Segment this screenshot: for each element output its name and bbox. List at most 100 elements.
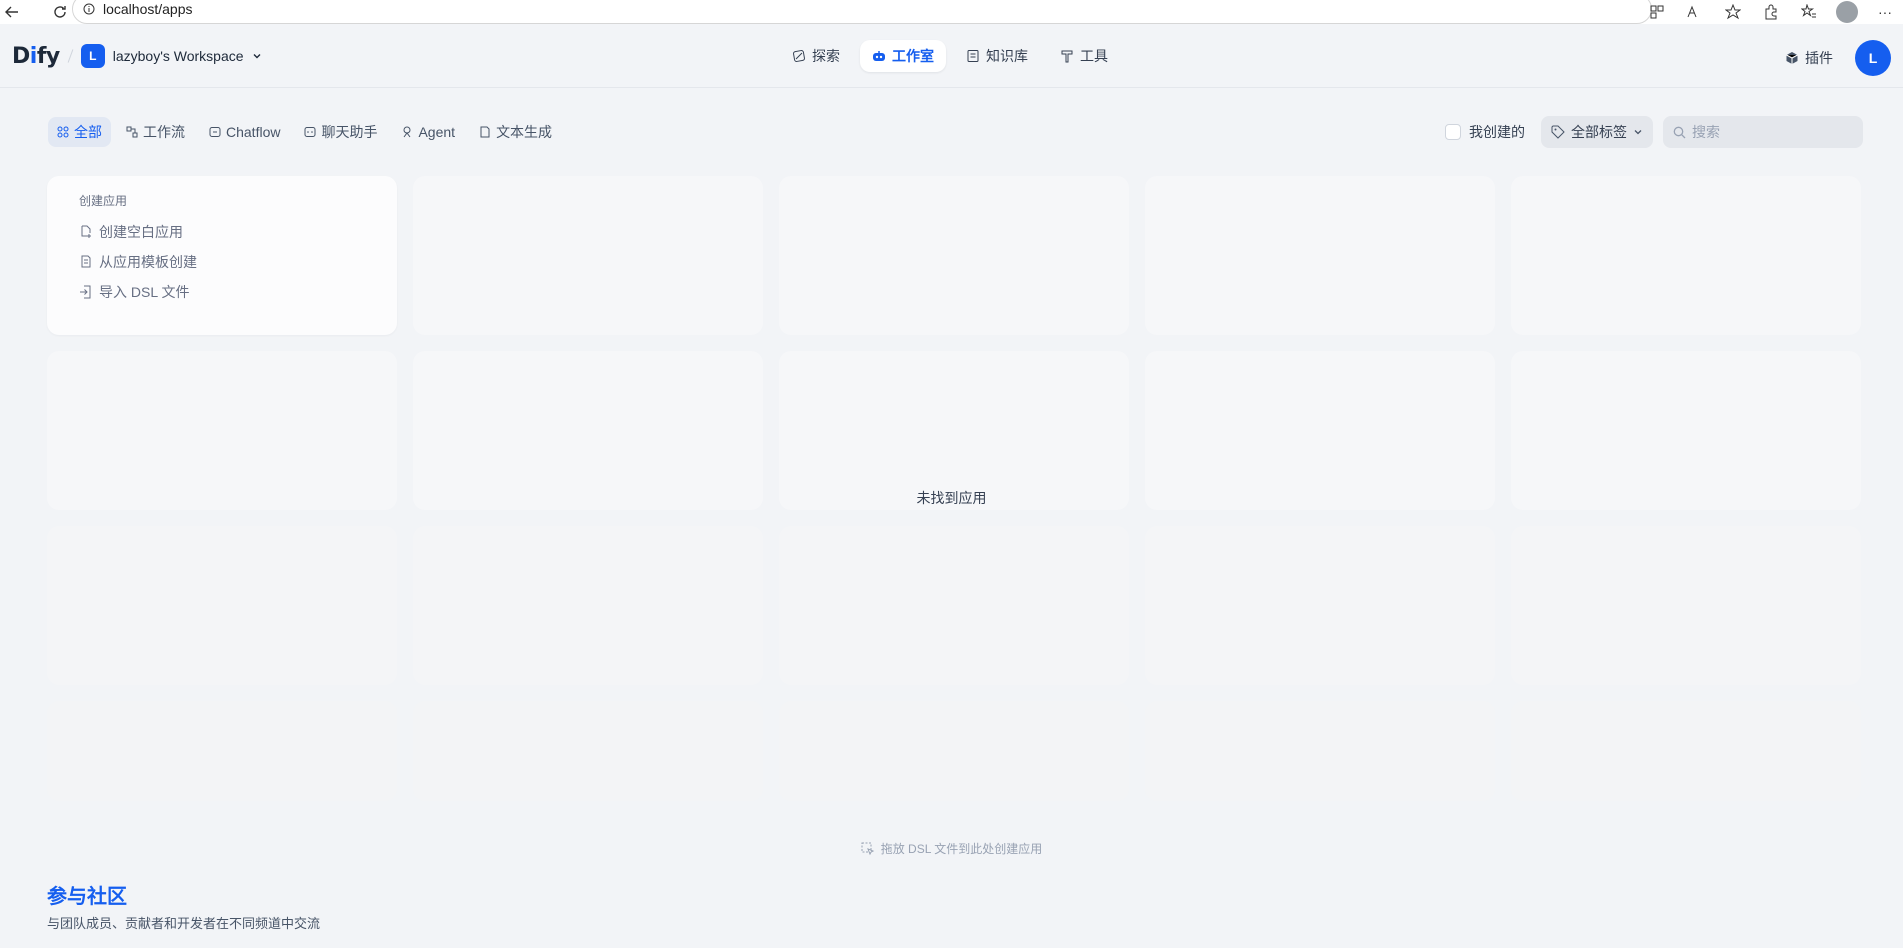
- app-card-placeholder: [779, 351, 1129, 510]
- community-description: 与团队成员、贡献者和开发者在不同频道中交流: [47, 916, 321, 931]
- tab-label: 聊天助手: [321, 124, 378, 140]
- favorite-star-icon[interactable]: [1721, 0, 1745, 24]
- created-by-me-label: 我创建的: [1469, 124, 1525, 140]
- app-card-placeholder: [47, 701, 397, 801]
- app-card-placeholder: [1145, 176, 1495, 335]
- nav-tools[interactable]: 工具: [1048, 40, 1120, 72]
- nav-studio[interactable]: 工作室: [860, 40, 946, 72]
- import-dsl-button[interactable]: 导入 DSL 文件: [79, 277, 397, 307]
- community-section: 参与社区 与团队成员、贡献者和开发者在不同频道中交流: [47, 880, 320, 932]
- divider: [67, 49, 74, 63]
- create-blank-app-button[interactable]: 创建空白应用: [79, 217, 397, 247]
- tab-label: 全部: [74, 124, 102, 140]
- app-card-placeholder: [47, 351, 397, 510]
- workspace-name: lazyboy's Workspace: [112, 48, 244, 64]
- tab-workflow[interactable]: 工作流: [117, 117, 194, 147]
- app-card-placeholder: [413, 701, 763, 801]
- chevron-down-icon: [252, 51, 262, 61]
- create-item-label: 创建空白应用: [99, 224, 183, 240]
- plugins-button[interactable]: 插件: [1785, 48, 1833, 68]
- user-avatar[interactable]: L: [1855, 40, 1891, 76]
- main-nav: 探索 工作室 知识库 工具: [780, 40, 1120, 72]
- tab-label: Agent: [418, 124, 456, 140]
- tag-icon: [1551, 125, 1565, 139]
- tab-text-generation[interactable]: 文本生成: [470, 117, 561, 147]
- file-plus-icon: [79, 225, 93, 239]
- created-by-me-checkbox[interactable]: [1445, 124, 1461, 140]
- extensions-icon[interactable]: [1759, 0, 1783, 24]
- nav-label: 知识库: [986, 48, 1028, 64]
- document-icon: [479, 126, 491, 138]
- browser-toolbar: localhost/apps ···: [0, 0, 1903, 24]
- app-card-placeholder: [1511, 176, 1861, 335]
- more-icon[interactable]: ···: [1873, 0, 1897, 24]
- address-bar[interactable]: localhost/apps: [72, 0, 1652, 24]
- read-aloud-icon[interactable]: [1683, 0, 1707, 24]
- robot-icon: [872, 49, 886, 63]
- drop-hint-text: 拖放 DSL 文件到此处创建应用: [880, 842, 1043, 856]
- create-item-label: 从应用模板创建: [99, 254, 197, 270]
- search-input[interactable]: [1692, 124, 1842, 140]
- app-card-placeholder: [1511, 526, 1861, 685]
- collections-icon[interactable]: [1797, 0, 1821, 24]
- chevron-down-icon: [1633, 127, 1643, 137]
- workspace-avatar: L: [80, 44, 105, 68]
- reload-icon[interactable]: [48, 0, 72, 24]
- nav-label: 工作室: [892, 48, 934, 64]
- tab-label: Chatflow: [226, 124, 281, 140]
- book-icon: [966, 49, 980, 63]
- app-card-placeholder: [1511, 351, 1861, 510]
- app-card-placeholder: [1145, 701, 1495, 801]
- app-card-placeholder: [47, 526, 397, 685]
- search-field[interactable]: [1663, 116, 1863, 148]
- tab-agent[interactable]: Agent: [392, 117, 464, 147]
- profile-icon[interactable]: [1835, 0, 1859, 24]
- url-text: localhost/apps: [103, 1, 193, 17]
- plugins-label: 插件: [1805, 50, 1833, 66]
- dify-logo[interactable]: Dify: [12, 44, 60, 69]
- app-card-placeholder: [779, 526, 1129, 685]
- chat-icon: [304, 126, 316, 138]
- create-from-template-button[interactable]: 从应用模板创建: [79, 247, 397, 277]
- community-title: 参与社区: [47, 886, 127, 908]
- hammer-icon: [1060, 49, 1074, 63]
- empty-state-text: 未找到应用: [916, 490, 987, 506]
- cube-icon: [1785, 51, 1799, 65]
- template-icon: [79, 255, 93, 269]
- drag-file-icon: [861, 842, 875, 856]
- nav-explore[interactable]: 探索: [780, 40, 852, 72]
- app-card-placeholder: [413, 351, 763, 510]
- app-card-placeholder: [1511, 701, 1861, 801]
- chatflow-icon: [209, 126, 221, 138]
- workspace-selector[interactable]: L lazyboy's Workspace: [80, 44, 262, 68]
- tab-label: 工作流: [143, 124, 185, 140]
- tab-label: 文本生成: [496, 124, 553, 140]
- workflow-icon: [126, 126, 138, 138]
- create-app-card: 创建应用 创建空白应用 从应用模板创建 导入 DSL 文件: [47, 176, 397, 335]
- grid-icon: [57, 126, 69, 138]
- app-card-placeholder: [1145, 526, 1495, 685]
- created-by-me-filter[interactable]: 我创建的: [1445, 122, 1525, 142]
- tab-chat-assistant[interactable]: 聊天助手: [295, 117, 386, 147]
- header-divider: [0, 87, 1903, 88]
- create-item-label: 导入 DSL 文件: [99, 284, 190, 300]
- compass-icon: [792, 49, 806, 63]
- tab-all[interactable]: 全部: [48, 117, 111, 147]
- dsl-drop-hint: 拖放 DSL 文件到此处创建应用: [0, 840, 1903, 857]
- apps-icon[interactable]: [1645, 0, 1669, 24]
- create-app-title: 创建应用: [79, 194, 128, 208]
- nav-knowledge[interactable]: 知识库: [954, 40, 1040, 72]
- filter-controls: 我创建的 全部标签: [1445, 116, 1863, 148]
- agent-icon: [401, 126, 413, 138]
- app-card-placeholder: [779, 701, 1129, 801]
- tag-filter-label: 全部标签: [1571, 124, 1627, 140]
- app-type-tabs: 全部 工作流 Chatflow 聊天助手 Agent 文本生成: [48, 117, 561, 147]
- info-icon: [83, 3, 95, 15]
- nav-label: 探索: [812, 48, 840, 64]
- back-icon[interactable]: [0, 0, 24, 24]
- app-card-placeholder: [413, 176, 763, 335]
- tag-filter-select[interactable]: 全部标签: [1541, 116, 1653, 148]
- app-card-placeholder: [779, 176, 1129, 335]
- search-icon: [1673, 126, 1686, 139]
- tab-chatflow[interactable]: Chatflow: [200, 117, 289, 147]
